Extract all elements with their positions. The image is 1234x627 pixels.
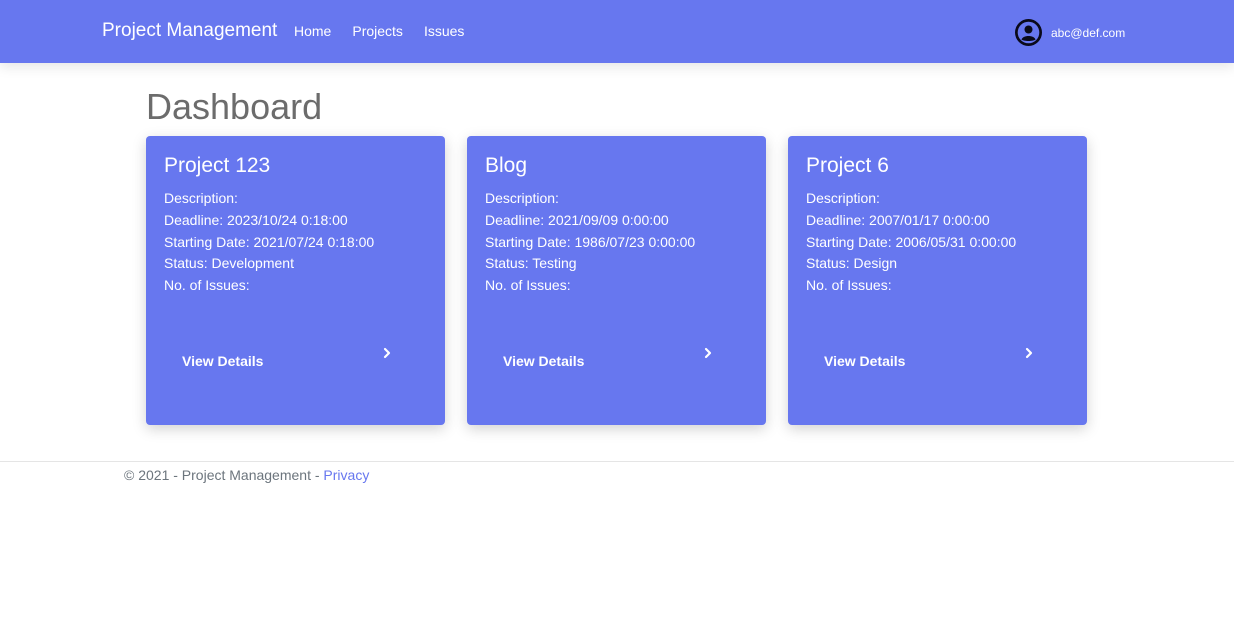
brand-link[interactable]: Project Management [102, 20, 277, 42]
nav-issues-link[interactable]: Issues [424, 23, 464, 39]
project-deadline: Deadline: 2021/09/09 0:00:00 [485, 211, 669, 228]
user-circle-icon [1015, 19, 1042, 46]
project-card: Project 123 Description: Deadline: 2023/… [146, 136, 445, 425]
page-title: Dashboard [146, 86, 323, 127]
view-details-button[interactable]: View Details [485, 337, 713, 371]
project-starting-date: Starting Date: 1986/07/23 0:00:00 [485, 233, 696, 250]
nav-home-link[interactable]: Home [294, 23, 331, 39]
project-starting-date: Starting Date: 2006/05/31 0:00:00 [806, 233, 1017, 250]
view-details-button[interactable]: View Details [806, 337, 1034, 371]
view-details-label: View Details [182, 353, 264, 369]
project-deadline: Deadline: 2023/10/24 0:18:00 [164, 211, 348, 228]
project-status: Status: Testing [485, 255, 577, 272]
project-starting-date: Starting Date: 2021/07/24 0:18:00 [164, 233, 375, 250]
nav-links: Home Projects Issues [294, 23, 464, 39]
project-description: Description: [485, 190, 559, 206]
chevron-right-icon [704, 347, 712, 358]
project-name: Project 123 [164, 154, 271, 177]
footer-copyright: © 2021 - Project Management - Privacy [124, 467, 369, 483]
chevron-right-icon [383, 347, 391, 358]
project-issues: No. of Issues: [485, 277, 571, 294]
project-card: Blog Description: Deadline: 2021/09/09 0… [467, 136, 766, 425]
project-issues: No. of Issues: [164, 277, 250, 294]
user-email: abc@def.com [1051, 25, 1126, 40]
project-description: Description: [806, 190, 880, 206]
privacy-link[interactable]: Privacy [323, 467, 369, 483]
project-card: Project 6 Description: Deadline: 2007/01… [788, 136, 1087, 425]
user-menu[interactable]: abc@def.com [1014, 18, 1125, 47]
project-cards: Project 123 Description: Deadline: 2023/… [146, 136, 1087, 425]
project-status: Status: Design [806, 255, 898, 272]
project-name: Project 6 [806, 154, 889, 177]
view-details-label: View Details [503, 353, 585, 369]
footer: © 2021 - Project Management - Privacy [0, 461, 1234, 501]
project-status: Status: Development [164, 255, 294, 272]
nav-projects-link[interactable]: Projects [352, 23, 403, 39]
project-name: Blog [485, 154, 528, 177]
view-details-label: View Details [824, 353, 906, 369]
footer-copyright-text: © 2021 - Project Management - [124, 467, 324, 483]
top-navbar: Project Management Home Projects Issues … [0, 0, 1234, 63]
chevron-right-icon [1025, 347, 1033, 358]
project-issues: No. of Issues: [806, 277, 892, 294]
view-details-button[interactable]: View Details [164, 337, 392, 371]
project-description: Description: [164, 190, 238, 206]
project-deadline: Deadline: 2007/01/17 0:00:00 [806, 211, 990, 228]
